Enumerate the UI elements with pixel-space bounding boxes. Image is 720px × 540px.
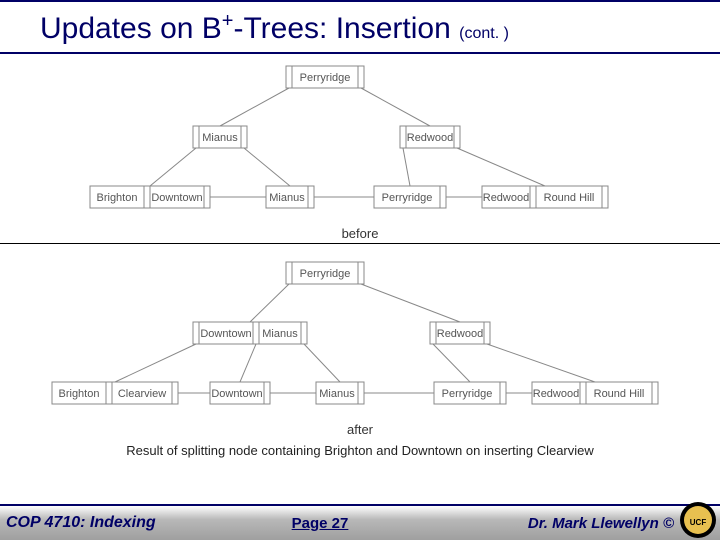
svg-text:Downtown: Downtown [200,328,251,340]
svg-text:Redwood: Redwood [483,192,529,204]
page-title: Updates on B+-Trees: Insertion (cont. ) [0,2,720,50]
svg-text:Perryridge: Perryridge [300,72,351,84]
svg-text:Perryridge: Perryridge [300,268,351,280]
caption-after: after [0,422,720,437]
tree-before-svg: Perryridge Mianus Redwood Brighton Downtown M… [0,54,720,224]
footer-page: Page 27 [292,515,389,532]
title-cont: (cont. ) [459,25,509,42]
svg-text:Round Hill: Round Hill [594,388,645,400]
title-sup: + [222,10,234,32]
title-pre: Updates on B [40,12,222,45]
svg-text:Clearview: Clearview [118,388,166,400]
footer-course: COP 4710: Indexing [0,514,292,532]
svg-text:Mianus: Mianus [262,328,298,340]
svg-text:Round Hill: Round Hill [544,192,595,204]
tree-before: Perryridge Mianus Redwood Brighton Downtown M… [0,54,720,224]
svg-text:Redwood: Redwood [533,388,579,400]
tree-after: Perryridge Downtown Mianus Redwood Brighton C… [0,250,720,420]
svg-text:Brighton: Brighton [59,388,100,400]
svg-text:Perryridge: Perryridge [442,388,493,400]
svg-text:Mianus: Mianus [202,132,238,144]
svg-text:Mianus: Mianus [319,388,355,400]
result-text: Result of splitting node containing Brig… [0,443,720,458]
svg-text:Downtown: Downtown [151,192,202,204]
footer-author: Dr. Mark Llewellyn © [388,515,720,532]
caption-before: before [0,226,720,241]
svg-text:Perryridge: Perryridge [382,192,433,204]
svg-text:UCF: UCF [690,518,707,527]
footer: COP 4710: Indexing Page 27 Dr. Mark Llew… [0,504,720,540]
svg-text:Brighton: Brighton [97,192,138,204]
title-post: -Trees: Insertion [233,12,450,45]
tree-after-svg: Perryridge Downtown Mianus Redwood Brighton C… [0,250,720,420]
ucf-logo-icon: UCF [678,500,718,540]
svg-text:Downtown: Downtown [211,388,262,400]
svg-text:Mianus: Mianus [269,192,305,204]
divider [0,243,720,244]
svg-text:Redwood: Redwood [437,328,483,340]
svg-text:Redwood: Redwood [407,132,453,144]
